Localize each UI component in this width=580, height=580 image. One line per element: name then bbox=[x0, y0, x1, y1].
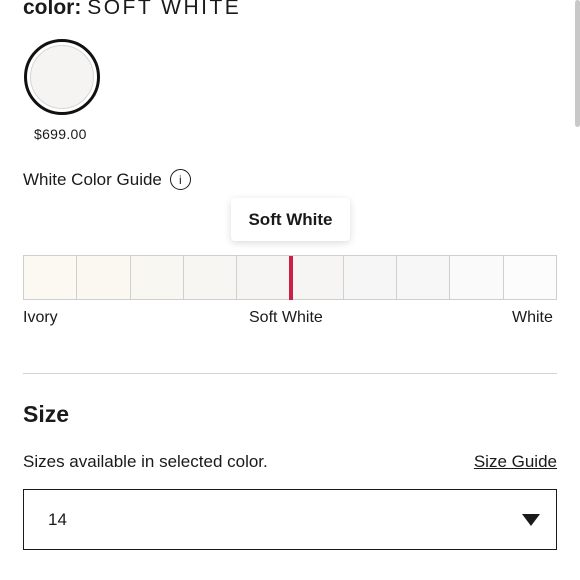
shade-cell[interactable] bbox=[397, 256, 451, 299]
shade-cell[interactable] bbox=[237, 256, 291, 299]
color-guide-header: White Color Guide i bbox=[23, 169, 191, 190]
color-swatch-soft-white[interactable] bbox=[24, 39, 100, 115]
scale-label-soft-white: Soft White bbox=[249, 309, 323, 326]
section-divider bbox=[23, 373, 557, 374]
swatch-fill bbox=[30, 45, 94, 109]
shade-cell[interactable] bbox=[183, 256, 238, 299]
info-glyph: i bbox=[179, 172, 182, 187]
scale-label-ivory: Ivory bbox=[23, 309, 58, 326]
scale-label-white: White bbox=[512, 309, 553, 326]
shade-cell[interactable] bbox=[450, 256, 504, 299]
chevron-down-icon bbox=[522, 513, 540, 526]
selected-shade-tooltip: Soft White bbox=[231, 198, 350, 241]
size-subtitle: Sizes available in selected color. bbox=[23, 452, 268, 471]
shade-cell[interactable] bbox=[77, 256, 131, 299]
shade-cell[interactable] bbox=[130, 256, 184, 299]
size-title: Size bbox=[23, 401, 70, 427]
shade-cell[interactable] bbox=[290, 256, 344, 299]
scrollbar[interactable] bbox=[575, 0, 580, 127]
shade-cell[interactable] bbox=[24, 256, 78, 299]
color-heading: color: SOFT WHITE bbox=[23, 0, 241, 22]
size-select[interactable]: 14 bbox=[23, 489, 557, 550]
price: $699.00 bbox=[34, 126, 87, 142]
size-select-value: 14 bbox=[48, 509, 67, 529]
color-label: color: bbox=[23, 0, 82, 19]
size-guide-link[interactable]: Size Guide bbox=[474, 452, 557, 472]
color-value: SOFT WHITE bbox=[87, 0, 242, 19]
shade-cell[interactable] bbox=[503, 256, 556, 299]
color-guide-title: White Color Guide bbox=[23, 169, 162, 189]
selected-shade-marker bbox=[289, 256, 293, 300]
shade-cell[interactable] bbox=[343, 256, 398, 299]
info-icon[interactable]: i bbox=[169, 169, 191, 190]
